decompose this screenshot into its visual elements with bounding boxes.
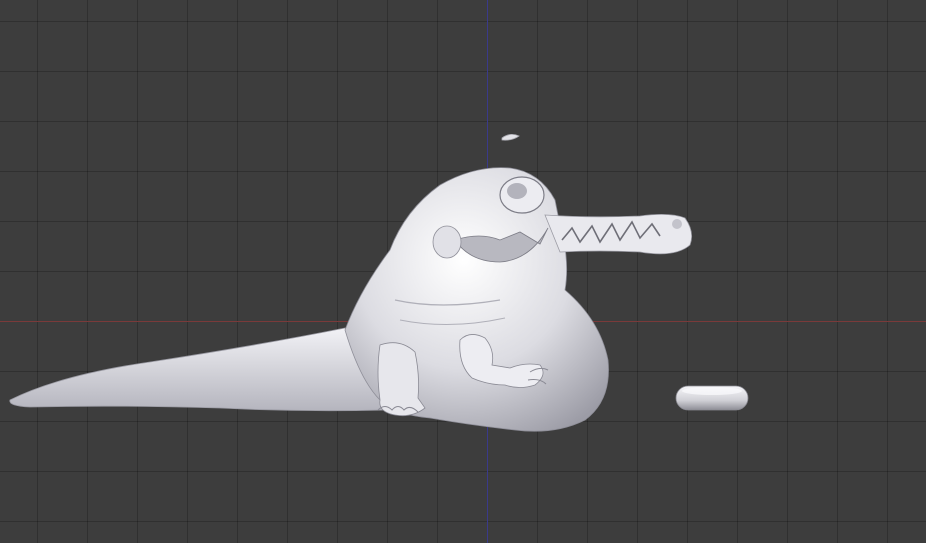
- torus-ring-mesh[interactable]: [675, 385, 749, 411]
- scene-canvas[interactable]: [0, 0, 926, 543]
- crocodile-sculpt-mesh[interactable]: [9, 167, 693, 432]
- 3d-viewport[interactable]: [0, 0, 926, 543]
- small-fragment-mesh[interactable]: [501, 134, 520, 141]
